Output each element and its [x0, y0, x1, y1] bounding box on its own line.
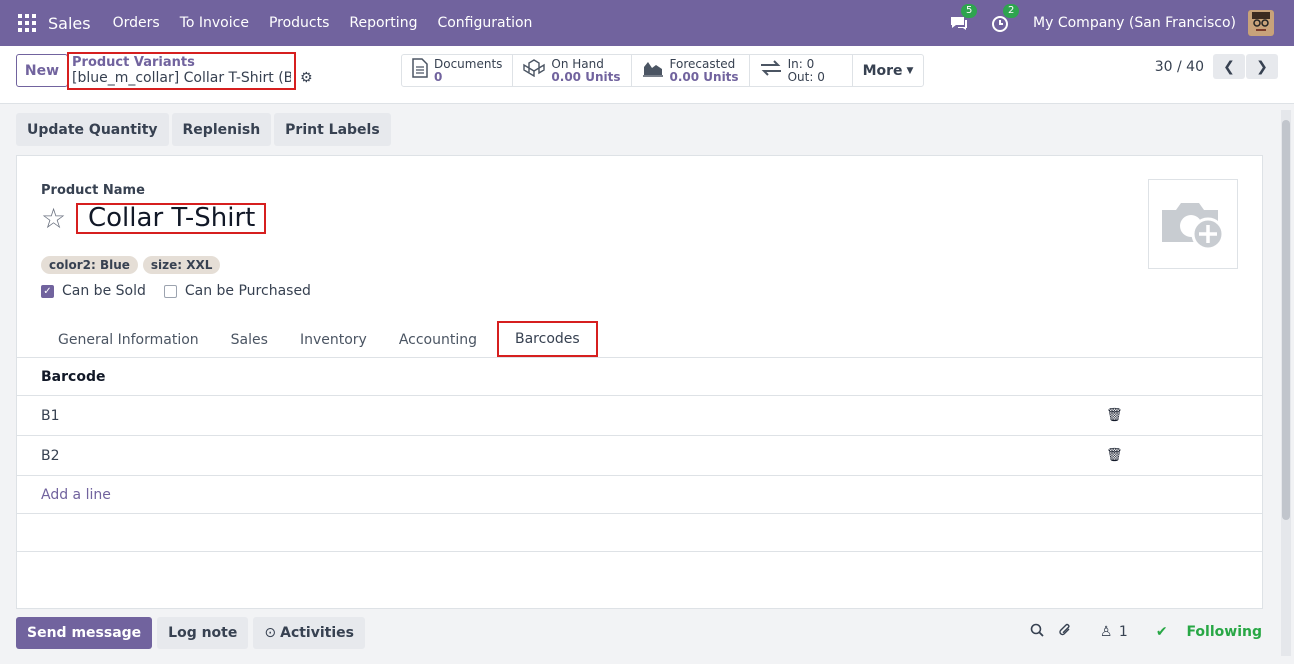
documents-smart-button[interactable]: Documents 0 — [402, 55, 514, 86]
following-button[interactable]: ✔ Following — [1142, 624, 1262, 640]
activities-label: Activities — [280, 625, 354, 641]
control-panel: New Product Variants [blue_m_collar] Col… — [0, 46, 1294, 104]
form-sheet: Product Name ☆ Collar T-Shirt color2: Bl… — [16, 155, 1263, 609]
smart-buttons: Documents 0 On Hand 0.00 Units Forecaste… — [401, 54, 925, 87]
barcode-column-header[interactable]: Barcode — [17, 358, 1262, 396]
new-button[interactable]: New — [16, 54, 68, 87]
clock-icon: ⊙ — [264, 625, 277, 641]
check-icon: ✔ — [1155, 624, 1168, 640]
document-icon — [412, 58, 428, 83]
tab-accounting[interactable]: Accounting — [383, 321, 493, 358]
gear-icon[interactable]: ⚙ — [300, 70, 313, 86]
out-label: Out: 0 — [787, 69, 825, 84]
chatter-actions: Send message Log note ⊙ Activities — [16, 617, 370, 649]
in-out-smart-button[interactable]: In: 0 Out: 0 — [750, 55, 853, 86]
forecasted-smart-button[interactable]: Forecasted 0.00 Units — [632, 55, 750, 86]
chatter-tools: ♙ 1 ✔ Following — [1016, 623, 1262, 641]
notebook-tabs: General Information Sales Inventory Acco… — [17, 321, 1262, 358]
chat-icon[interactable]: 5 — [949, 4, 978, 33]
menu-orders[interactable]: Orders — [113, 15, 160, 31]
followers-count: 1 — [1118, 624, 1128, 640]
tab-inventory[interactable]: Inventory — [284, 321, 383, 358]
can-be-sold-label: Can be Sold — [62, 283, 146, 299]
breadcrumb: Product Variants [blue_m_collar] Collar … — [67, 52, 296, 90]
can-be-purchased-label: Can be Purchased — [184, 283, 311, 299]
followers-button[interactable]: ♙ 1 — [1086, 624, 1128, 640]
product-flags: ✓ Can be Sold Can be Purchased — [41, 283, 329, 299]
chevron-right-icon: ❯ — [1256, 58, 1268, 75]
print-labels-button[interactable]: Print Labels — [274, 113, 391, 146]
paperclip-icon[interactable] — [1058, 623, 1072, 641]
documents-value: 0 — [434, 69, 443, 84]
header-actions: Update Quantity Replenish Print Labels — [16, 113, 394, 146]
apps-menu-icon[interactable] — [18, 14, 36, 32]
pager-next-button[interactable]: ❯ — [1246, 54, 1278, 79]
onhand-label: On Hand — [551, 56, 604, 71]
attribute-tag: color2: Blue — [41, 256, 138, 274]
attribute-tag: size: XXL — [142, 256, 221, 274]
chat-badge: 5 — [961, 4, 978, 18]
can-be-sold-checkbox[interactable]: ✓ — [41, 284, 54, 298]
company-switcher[interactable]: My Company (San Francisco) — [1033, 15, 1236, 31]
forecasted-label: Forecasted — [669, 56, 736, 71]
camera-add-icon — [1162, 203, 1225, 251]
app-brand[interactable]: Sales — [48, 14, 91, 33]
caret-down-icon: ▼ — [906, 65, 914, 76]
add-a-line-link[interactable]: Add a line — [41, 487, 111, 503]
product-name-field[interactable]: Collar T-Shirt — [76, 203, 266, 234]
pager-value[interactable]: 30 / 40 — [1155, 59, 1204, 75]
trash-icon[interactable]: 🗑 — [1106, 408, 1123, 423]
search-icon[interactable] — [1030, 623, 1044, 641]
menu-configuration[interactable]: Configuration — [437, 15, 532, 31]
replenish-button[interactable]: Replenish — [171, 113, 272, 146]
product-name-label: Product Name — [41, 183, 145, 198]
forecasted-value: 0.00 Units — [669, 69, 739, 84]
top-navbar: Sales Orders To Invoice Products Reporti… — [0, 0, 1294, 46]
onhand-value: 0.00 Units — [551, 69, 621, 84]
menu-to-invoice[interactable]: To Invoice — [180, 15, 249, 31]
chevron-left-icon: ❮ — [1223, 58, 1235, 75]
more-dropdown[interactable]: More ▼ — [853, 55, 924, 86]
product-image-upload[interactable] — [1148, 179, 1238, 269]
update-quantity-button[interactable]: Update Quantity — [16, 113, 169, 146]
user-icon: ♙ — [1099, 624, 1113, 640]
more-label: More — [862, 62, 903, 79]
cubes-icon — [523, 59, 546, 82]
can-be-purchased-checkbox[interactable] — [163, 284, 177, 298]
pager-previous-button[interactable]: ❮ — [1213, 54, 1245, 79]
tab-sales[interactable]: Sales — [215, 321, 284, 358]
variant-attributes: color2: Blue size: XXL — [41, 256, 225, 274]
menu-products[interactable]: Products — [269, 15, 329, 31]
menu-reporting[interactable]: Reporting — [349, 15, 417, 31]
activities-button[interactable]: ⊙ Activities — [253, 617, 365, 649]
tab-barcodes[interactable]: Barcodes — [497, 321, 598, 357]
onhand-smart-button[interactable]: On Hand 0.00 Units — [513, 55, 632, 86]
tab-general-information[interactable]: General Information — [42, 321, 215, 358]
table-row[interactable]: B1 🗑 — [17, 396, 1262, 436]
add-line-row: Add a line — [17, 476, 1262, 514]
send-message-button[interactable]: Send message — [16, 617, 153, 649]
table-row[interactable]: B2 🗑 — [17, 436, 1262, 476]
breadcrumb-parent-link[interactable]: Product Variants — [72, 56, 291, 70]
scrollbar-thumb[interactable] — [1282, 120, 1290, 520]
favorite-star-icon[interactable]: ☆ — [41, 202, 66, 235]
area-chart-icon — [642, 59, 664, 82]
trash-icon[interactable]: 🗑 — [1106, 448, 1123, 463]
exchange-icon — [760, 60, 782, 81]
breadcrumb-current: [blue_m_collar] Collar T-Shirt (Bl… — [72, 70, 291, 86]
activity-badge: 2 — [1003, 4, 1020, 18]
pager: 30 / 40 ❮ ❯ — [1155, 54, 1278, 79]
page-scrollbar[interactable] — [1281, 110, 1291, 656]
barcode-cell[interactable]: B1 — [41, 408, 60, 424]
barcode-cell[interactable]: B2 — [41, 448, 60, 464]
activity-clock-icon[interactable]: 2 — [991, 4, 1020, 33]
log-note-button[interactable]: Log note — [157, 617, 249, 649]
following-label: Following — [1186, 624, 1262, 640]
documents-label: Documents — [434, 56, 503, 71]
empty-row — [17, 514, 1262, 552]
in-label: In: 0 — [787, 56, 815, 71]
user-avatar[interactable] — [1248, 10, 1274, 36]
